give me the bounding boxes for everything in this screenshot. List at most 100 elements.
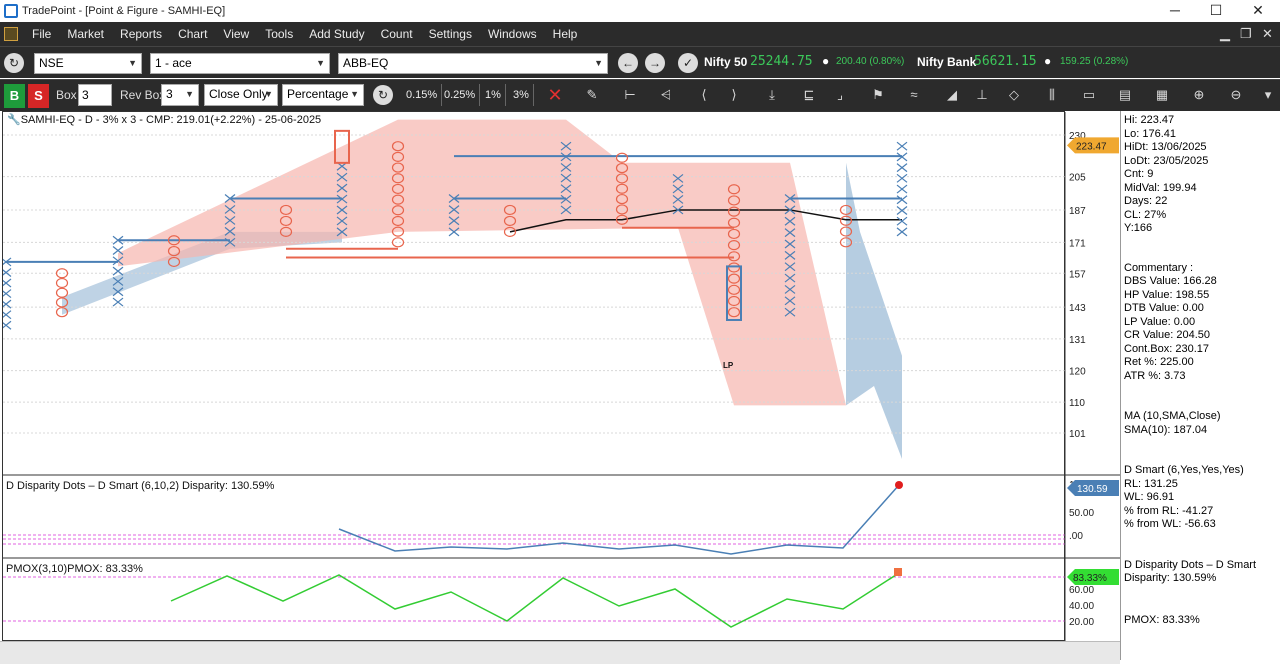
rev-box-select[interactable]: 3 ▼ — [161, 84, 199, 106]
checkmark-icon[interactable]: ✓ — [678, 53, 698, 73]
x-mark — [896, 216, 908, 226]
smart-line: % from RL: -41.27 — [1124, 504, 1214, 517]
commentary-line: LP Value: 0.00 — [1124, 315, 1196, 328]
stat-line: LoDt: 23/05/2025 — [1124, 154, 1209, 167]
minimize-button[interactable]: ─ — [1155, 0, 1195, 22]
chevron-down-icon: ▼ — [264, 89, 273, 99]
index-value: 56621.15 — [974, 54, 1037, 69]
mdi-minimize-button[interactable]: ▁ — [1220, 22, 1230, 46]
dot-icon: ● — [822, 54, 830, 68]
price-tick: 187 — [1069, 206, 1086, 217]
next-symbol-button[interactable]: → — [645, 53, 665, 73]
exchange-select[interactable]: NSE ▼ — [34, 53, 142, 74]
o-mark — [55, 277, 69, 289]
menu-windows[interactable]: Windows — [480, 22, 545, 46]
angle-45-down-icon[interactable]: ⟨ — [692, 84, 716, 106]
price-tick: 205 — [1069, 173, 1086, 184]
o-mark — [391, 237, 405, 248]
projection-cloud — [846, 162, 902, 460]
delete-icon[interactable]: ✕ — [543, 84, 567, 106]
diamond-icon[interactable]: ◇ — [1002, 84, 1026, 106]
x-mark — [3, 320, 12, 330]
menu-market[interactable]: Market — [59, 22, 112, 46]
menu-view[interactable]: View — [215, 22, 257, 46]
zoom-out-icon[interactable]: ⊖ — [1224, 84, 1248, 106]
x-mark — [896, 141, 908, 151]
x-mark — [896, 195, 908, 205]
chevron-down-icon: ▼ — [316, 58, 325, 68]
pmox-label: PMOX(3,10)PMOX: 83.33% — [6, 563, 143, 575]
commentary-line: DBS Value: 166.28 — [1124, 275, 1217, 287]
menu-chart[interactable]: Chart — [170, 22, 215, 46]
preset-3[interactable]: 3% — [509, 84, 534, 106]
zoom-in-icon[interactable]: ⊕ — [1187, 84, 1211, 106]
x-mark — [3, 310, 12, 320]
menu-count[interactable]: Count — [373, 22, 421, 46]
reset-icon[interactable]: ↻ — [373, 85, 393, 105]
horizontal-line-icon[interactable]: ⩤ — [654, 84, 678, 106]
mdi-close-button[interactable]: ✕ — [1262, 22, 1273, 46]
watchlist-select[interactable]: 1 - ace ▼ — [150, 53, 330, 74]
maximize-button[interactable]: ☐ — [1196, 0, 1236, 22]
app-logo-icon — [4, 4, 18, 18]
x-mark — [896, 184, 908, 194]
status-strip — [0, 641, 1120, 664]
grid-icon[interactable]: ▦ — [1150, 84, 1174, 106]
columns-icon[interactable]: ⫼ — [1040, 84, 1064, 106]
menu-file[interactable]: File — [24, 22, 59, 46]
preset-025[interactable]: 0.25% — [440, 84, 481, 106]
mdi-restore-button[interactable]: ❐ — [1240, 22, 1252, 46]
o-mark — [615, 152, 629, 163]
edit-icon[interactable]: ✎ — [580, 84, 604, 106]
preset-015[interactable]: 0.15% — [402, 84, 443, 106]
index-change: 200.40 (0.80%) — [836, 56, 905, 67]
stat-line: Lo: 176.41 — [1124, 127, 1176, 140]
close-button[interactable]: ✕ — [1238, 0, 1278, 22]
buy-button[interactable]: B — [4, 84, 25, 108]
menu-tools[interactable]: Tools — [257, 22, 301, 46]
disparity-label: D Disparity Dots – D Smart (6,10,2) Disp… — [6, 480, 275, 492]
corner-icon[interactable]: ⌟ — [828, 84, 852, 106]
price-tick: 171 — [1069, 238, 1086, 249]
commentary-line: Cont.Box: 230.17 — [1124, 342, 1210, 355]
chart-canvas[interactable]: 100.0050.00.0060.0040.0020.00130.5983.33… — [3, 112, 1121, 642]
method-select[interactable]: Close Only ▼ — [204, 84, 278, 106]
pmox-line — [170, 572, 900, 628]
symbol-toolbar: ↻ NSE ▼ 1 - ace ▼ ABB-EQ ▼ ← → ✓ Nifty 50 2… — [0, 46, 1280, 78]
menu-help[interactable]: Help — [545, 22, 586, 46]
symbol-select[interactable]: ABB-EQ ▼ — [338, 53, 608, 74]
announce-icon[interactable]: ⚑ — [866, 84, 890, 106]
pf-chart-panel[interactable]: 100.0050.00.0060.0040.0020.00130.5983.33… — [2, 111, 1121, 642]
previous-symbol-button[interactable]: ← — [618, 53, 638, 73]
price-tick: 101 — [1069, 429, 1086, 440]
x-mark — [896, 206, 908, 215]
smart-line: WL: 96.91 — [1124, 491, 1175, 503]
app-window: TradePoint - [Point & Figure - SAMHI-EQ]… — [0, 0, 1280, 664]
menu-reports[interactable]: Reports — [112, 22, 170, 46]
index-value: 25244.75 — [750, 54, 813, 69]
arrow-down-icon[interactable]: ⤓ — [760, 84, 784, 106]
commentary-line: CR Value: 204.50 — [1124, 329, 1211, 341]
angle-45-up-icon[interactable]: ⟩ — [722, 84, 746, 106]
price-tick: 157 — [1069, 269, 1086, 280]
menu-add-study[interactable]: Add Study — [301, 22, 372, 46]
panel-icon[interactable]: ▭ — [1077, 84, 1101, 106]
disparity-tick: .00 — [1069, 531, 1083, 542]
preset-1[interactable]: 1% — [481, 84, 506, 106]
layout-icon[interactable]: ▤ — [1113, 84, 1137, 106]
box-size-input[interactable]: 3 — [78, 84, 112, 106]
ma-line: MA (10,SMA,Close) — [1124, 410, 1221, 422]
triangle-icon[interactable]: ◢ — [940, 84, 964, 106]
pmox-value: PMOX: 83.33% — [1124, 614, 1200, 626]
trend-icon[interactable]: ≈ — [902, 84, 926, 106]
crosshair-icon[interactable]: ⊢ — [618, 84, 642, 106]
scale-select[interactable]: Percentage ▼ — [282, 84, 364, 106]
bracket-icon[interactable]: ⊑ — [797, 84, 821, 106]
sell-button[interactable]: S — [28, 84, 49, 108]
stat-line: Days: 22 — [1124, 195, 1168, 207]
lp-label: LP — [723, 361, 734, 370]
refresh-icon[interactable]: ↻ — [4, 53, 24, 73]
t-bar-icon[interactable]: ⊥ — [970, 84, 994, 106]
overflow-icon[interactable]: ▾ — [1260, 84, 1276, 106]
menu-settings[interactable]: Settings — [421, 22, 480, 46]
